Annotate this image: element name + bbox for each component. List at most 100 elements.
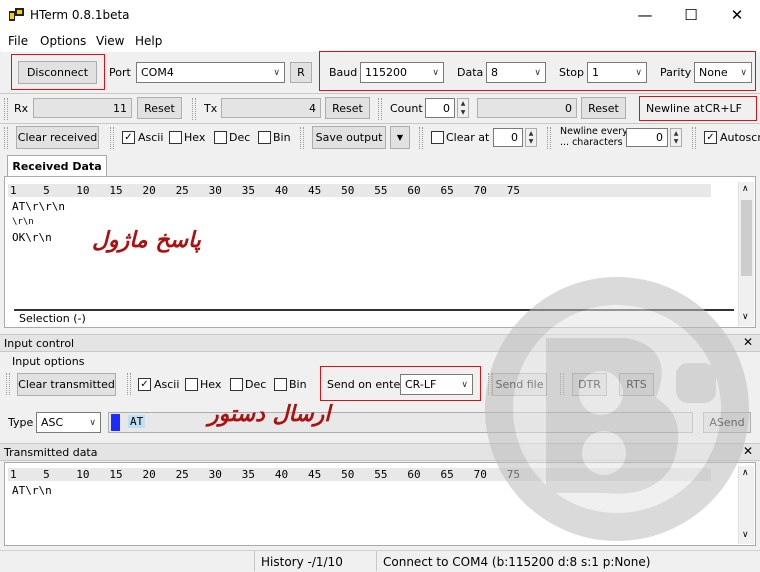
menu-view[interactable]: View — [96, 34, 124, 48]
tx-hex-label: Hex — [200, 378, 222, 391]
asend-button[interactable]: ASend — [703, 412, 751, 433]
newline-every-input[interactable]: 0 — [626, 128, 668, 147]
clear-at-label: Clear at — [446, 131, 490, 144]
toolbar-grip[interactable] — [127, 373, 131, 395]
tx-bin-checkbox[interactable] — [274, 378, 287, 391]
chevron-down-icon: ∨ — [273, 67, 280, 78]
rx-dec-label: Dec — [229, 131, 251, 144]
toolbar-grip[interactable] — [692, 127, 696, 149]
spin-down-icon[interactable]: ▼ — [526, 138, 536, 147]
toolbar-grip[interactable] — [4, 98, 8, 120]
port-select[interactable]: COM4 ∨ — [136, 62, 285, 83]
rx-ascii-checkbox[interactable]: ✓ — [122, 131, 135, 144]
clear-at-spinner[interactable]: ▲ ▼ — [525, 128, 537, 147]
spin-down-icon[interactable]: ▼ — [458, 108, 468, 117]
disconnect-button[interactable]: Disconnect — [18, 61, 97, 84]
spin-up-icon[interactable]: ▲ — [458, 99, 468, 108]
toolbar-grip[interactable] — [4, 127, 8, 149]
scroll-thumb[interactable] — [741, 200, 752, 276]
chevron-down-icon: ∨ — [89, 417, 96, 428]
count-input[interactable]: 0 — [425, 98, 455, 118]
clear-at-input[interactable]: 0 — [493, 128, 523, 147]
clear-transmitted-button[interactable]: Clear transmitted — [17, 373, 116, 396]
transmitted-title: Transmitted data — [4, 446, 98, 459]
toolbar-grip[interactable] — [6, 373, 10, 395]
chevron-down-icon: ∨ — [432, 67, 439, 78]
save-output-button[interactable]: Save output — [312, 126, 386, 149]
transmitted-line-1: AT\r\n — [12, 484, 52, 497]
chevron-down-icon: ∨ — [461, 379, 468, 390]
autoscroll-checkbox[interactable]: ✓ — [704, 131, 717, 144]
close-button[interactable]: ✕ — [714, 0, 760, 30]
port-value: COM4 — [141, 66, 174, 79]
selection-divider — [14, 309, 734, 311]
toolbar-grip[interactable] — [547, 127, 551, 149]
rts-button[interactable]: RTS — [619, 373, 654, 396]
rx-hex-checkbox[interactable] — [169, 131, 182, 144]
toolbar-grip[interactable] — [378, 98, 382, 120]
baud-select[interactable]: 115200 ∨ — [360, 62, 444, 83]
toolbar-grip[interactable] — [419, 127, 423, 149]
chevron-down-icon: ∨ — [635, 67, 642, 78]
input-cursor — [111, 414, 120, 431]
count-spinner[interactable]: ▲ ▼ — [457, 98, 469, 118]
save-output-dropdown[interactable]: ▼ — [390, 126, 410, 149]
scroll-down-icon[interactable]: ∨ — [742, 312, 749, 322]
type-select[interactable]: ASC ∨ — [36, 412, 101, 433]
newline-select[interactable]: CR+LF — [705, 102, 742, 115]
transmitted-close-icon[interactable]: ✕ — [743, 444, 753, 458]
maximize-button[interactable]: ☐ — [668, 0, 714, 30]
menu-file[interactable]: File — [8, 34, 28, 48]
count-reset-button[interactable]: Reset — [581, 97, 626, 119]
transmitted-header — [0, 443, 760, 461]
parity-select[interactable]: None ∨ — [694, 62, 752, 83]
clear-received-button[interactable]: Clear received — [16, 126, 99, 149]
input-control-close-icon[interactable]: ✕ — [743, 335, 753, 349]
send-input[interactable] — [108, 412, 693, 433]
toolbar-grip[interactable] — [300, 127, 304, 149]
minimize-button[interactable]: — — [622, 0, 668, 30]
send-on-enter-select[interactable]: CR-LF ∨ — [400, 374, 473, 395]
connection-status: Connect to COM4 (b:115200 d:8 s:1 p:None… — [383, 555, 651, 569]
scroll-up-icon[interactable]: ∧ — [742, 468, 749, 478]
rx-reset-button[interactable]: Reset — [137, 97, 182, 119]
newline-label: Newline at — [646, 102, 705, 115]
tx-hex-checkbox[interactable] — [185, 378, 198, 391]
dtr-button[interactable]: DTR — [572, 373, 607, 396]
stop-bits-select[interactable]: 1 ∨ — [587, 62, 647, 83]
received-line-1: AT\r\r\n — [12, 200, 65, 213]
toolbar-grip[interactable] — [192, 98, 196, 120]
scroll-up-icon[interactable]: ∧ — [742, 184, 749, 194]
tx-bin-label: Bin — [289, 378, 307, 391]
chevron-down-icon: ∨ — [534, 67, 541, 78]
received-ruler: 1 5 10 15 20 25 30 35 40 45 50 55 60 65 … — [8, 184, 711, 197]
received-line-2: \r\n — [12, 217, 34, 227]
tx-dec-checkbox[interactable] — [230, 378, 243, 391]
spin-up-icon[interactable]: ▲ — [526, 129, 536, 138]
spin-down-icon[interactable]: ▼ — [671, 138, 681, 147]
data-bits-select[interactable]: 8 ∨ — [486, 62, 546, 83]
stop-bits-label: Stop — [559, 66, 585, 79]
tx-reset-button[interactable]: Reset — [325, 97, 370, 119]
rx-bin-checkbox[interactable] — [258, 131, 271, 144]
newline-every-spinner[interactable]: ▲ ▼ — [670, 128, 682, 147]
send-on-enter-value: CR-LF — [405, 378, 437, 391]
tab-received-data[interactable]: Received Data — [7, 155, 107, 177]
scroll-down-icon[interactable]: ∨ — [742, 530, 749, 540]
received-scrollbar[interactable] — [738, 182, 754, 326]
rx-dec-checkbox[interactable] — [214, 131, 227, 144]
send-file-button[interactable]: Send file — [492, 373, 547, 396]
clear-at-checkbox[interactable] — [431, 131, 444, 144]
toolbar-grip[interactable] — [110, 127, 114, 149]
rx-count: 11 — [33, 98, 132, 118]
refresh-ports-button[interactable]: R — [290, 62, 312, 83]
toolbar-grip[interactable] — [560, 373, 564, 395]
tx-ascii-checkbox[interactable]: ✓ — [138, 378, 151, 391]
spin-up-icon[interactable]: ▲ — [671, 129, 681, 138]
tx-count: 4 — [221, 98, 321, 118]
menu-help[interactable]: Help — [135, 34, 162, 48]
menu-options[interactable]: Options — [40, 34, 86, 48]
newline-every-label: Newline every — [560, 126, 628, 137]
rx-ascii-label: Ascii — [138, 131, 164, 144]
send-on-enter-label: Send on enter — [327, 378, 405, 391]
